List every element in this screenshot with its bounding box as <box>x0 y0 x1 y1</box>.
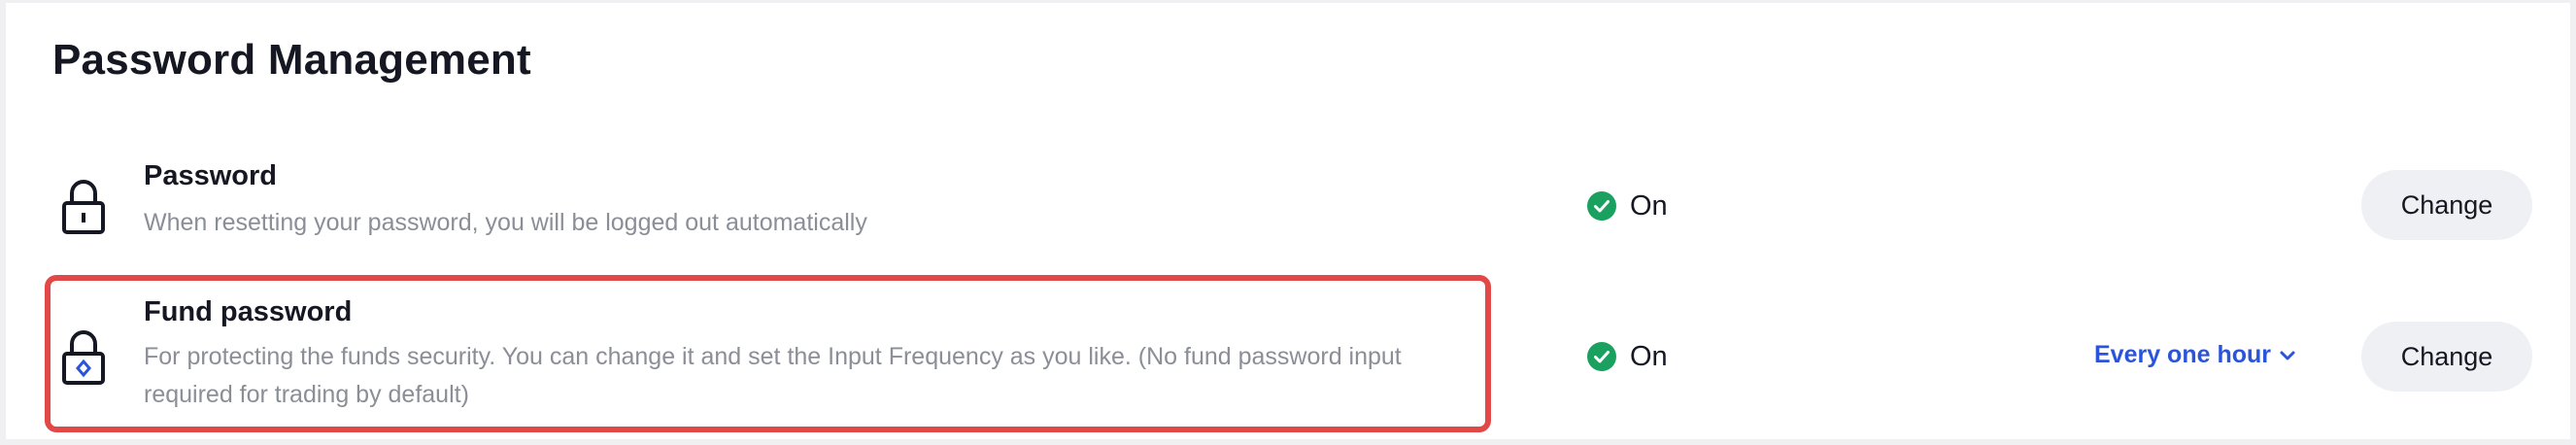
password-row: Password When resetting your password, y… <box>6 149 2576 265</box>
password-management-panel: Password Management Password When resett… <box>0 0 2576 445</box>
chevron-down-icon <box>2280 351 2295 359</box>
fund-password-row: Fund password For protecting the funds s… <box>6 285 2576 430</box>
input-frequency-dropdown[interactable]: Every one hour <box>2094 341 2296 369</box>
change-fund-password-button[interactable]: Change <box>2361 322 2532 392</box>
password-status-label: On <box>1630 189 1668 222</box>
lock-diamond-icon <box>62 330 105 385</box>
check-circle-icon <box>1587 191 1616 221</box>
password-status: On <box>1587 189 1668 222</box>
check-circle-icon <box>1587 342 1616 371</box>
input-frequency-label: Every one hour <box>2094 341 2271 368</box>
fund-password-description: For protecting the funds security. You c… <box>144 343 1402 408</box>
page-title: Password Management <box>52 36 531 84</box>
lock-icon <box>62 180 105 234</box>
fund-password-status-label: On <box>1630 340 1668 372</box>
fund-password-title: Fund password <box>144 296 353 327</box>
fund-password-status: On <box>1587 340 1668 373</box>
password-title: Password <box>144 160 277 191</box>
change-password-button[interactable]: Change <box>2361 170 2532 240</box>
password-description: When resetting your password, you will b… <box>144 209 867 236</box>
